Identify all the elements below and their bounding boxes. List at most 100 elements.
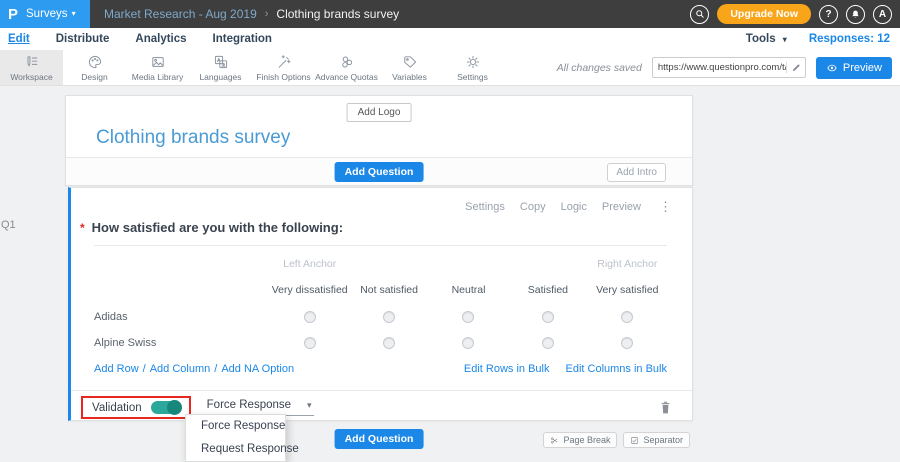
survey-header-card: Add Logo Clothing brands survey Add Ques… xyxy=(65,95,693,186)
add-logo-button[interactable]: Add Logo xyxy=(346,103,412,122)
toolbar-item-workspace[interactable]: Workspace xyxy=(0,50,63,85)
toolbar-item-advance-quotas[interactable]: Advance Quotas xyxy=(315,50,378,85)
tools-menu[interactable]: Tools ▾ xyxy=(746,33,787,45)
question-preview-link[interactable]: Preview xyxy=(602,201,641,213)
notifications-button[interactable] xyxy=(846,4,865,24)
edit-columns-in-bulk-link[interactable]: Edit Columns in Bulk xyxy=(566,363,668,375)
radio-option[interactable] xyxy=(462,311,475,323)
toolbar-item-design[interactable]: Design xyxy=(63,50,126,85)
chevron-down-icon: ▾ xyxy=(782,35,787,44)
row-label: Alpine Swiss xyxy=(94,337,157,349)
column-header: Not satisfied xyxy=(360,284,418,296)
toolbar-item-media-library[interactable]: Media Library xyxy=(126,50,189,85)
links-icon xyxy=(341,55,352,68)
breadcrumb-separator-icon: › xyxy=(264,8,269,20)
question-copy-link[interactable]: Copy xyxy=(520,201,546,213)
dropdown-option-force-response[interactable]: Force Response xyxy=(186,415,285,438)
breadcrumb-folder[interactable]: Market Research - Aug 2019 xyxy=(104,7,257,21)
radio-option[interactable] xyxy=(303,311,316,323)
chevron-down-icon: ▾ xyxy=(307,399,312,410)
matrix-cell xyxy=(349,304,428,330)
radio-option[interactable] xyxy=(462,337,475,349)
toolbar-item-settings[interactable]: Settings xyxy=(441,50,504,85)
add-row-link[interactable]: Add Row xyxy=(94,363,139,375)
radio-option[interactable] xyxy=(541,337,554,349)
question-underline xyxy=(94,245,667,246)
matrix-cell xyxy=(508,304,587,330)
validation-label: Validation xyxy=(92,401,142,414)
preview-button[interactable]: Preview xyxy=(815,56,892,79)
delete-question-button[interactable] xyxy=(659,400,672,415)
question-links-row: Add Row / Add Column / Add NA Option Edi… xyxy=(94,363,667,375)
validation-toggle[interactable] xyxy=(150,400,182,415)
add-question-button-bottom[interactable]: Add Question xyxy=(334,429,424,449)
image-icon xyxy=(151,56,164,67)
radio-option[interactable] xyxy=(621,311,634,323)
toolbar-item-finish-options[interactable]: Finish Options xyxy=(252,50,315,85)
validation-selected-option: Force Response xyxy=(206,399,292,411)
separator-icon xyxy=(631,436,639,444)
matrix-cell xyxy=(429,304,508,330)
radio-option[interactable] xyxy=(541,311,554,323)
tab-analytics[interactable]: Analytics xyxy=(135,33,186,45)
question-actions: Settings Copy Logic Preview ⋮ xyxy=(465,199,672,215)
dropdown-option-request-response[interactable]: Request Response xyxy=(186,438,299,461)
validation-highlight-box: Validation xyxy=(81,396,191,419)
matrix-spacer xyxy=(429,252,508,276)
help-button[interactable]: ? xyxy=(819,4,838,24)
account-avatar[interactable]: A xyxy=(873,4,892,24)
tab-integration[interactable]: Integration xyxy=(213,33,272,45)
matrix-cell xyxy=(588,330,667,356)
radio-option[interactable] xyxy=(383,337,396,349)
toolbar-item-languages[interactable]: Languages xyxy=(189,50,252,85)
radio-option[interactable] xyxy=(383,311,396,323)
responses-link[interactable]: Responses: 12 xyxy=(809,33,890,45)
separator-button[interactable]: Separator xyxy=(623,432,690,448)
top-header: P Surveys ▾ Market Research - Aug 2019 ›… xyxy=(0,0,900,28)
edit-url-button[interactable] xyxy=(785,62,802,73)
question-settings-link[interactable]: Settings xyxy=(465,201,505,213)
survey-title[interactable]: Clothing brands survey xyxy=(96,127,290,149)
question-logic-link[interactable]: Logic xyxy=(561,201,587,213)
trash-icon xyxy=(661,401,670,414)
validation-dropdown-menu: Force Response Request Response xyxy=(185,414,299,462)
survey-header-footer: Add Question Add Intro xyxy=(66,157,692,185)
question-number-label: Q1 xyxy=(1,219,16,231)
edit-rows-in-bulk-link[interactable]: Edit Rows in Bulk xyxy=(464,363,550,375)
required-asterisk: * xyxy=(80,221,85,235)
link-separator: / xyxy=(214,363,218,375)
search-button[interactable] xyxy=(690,4,710,24)
radio-option[interactable] xyxy=(303,337,316,349)
matrix-cell xyxy=(429,330,508,356)
bell-icon xyxy=(852,10,859,18)
surveys-menu[interactable]: P Surveys ▾ xyxy=(0,0,90,28)
scissors-icon xyxy=(551,437,558,443)
matrix-spacer xyxy=(508,252,587,276)
column-header: Neutral xyxy=(451,284,486,296)
upgrade-now-button[interactable]: Upgrade Now xyxy=(717,4,811,24)
add-na-option-link[interactable]: Add NA Option xyxy=(221,363,294,375)
kebab-menu-icon[interactable]: ⋮ xyxy=(659,199,672,215)
survey-url-box xyxy=(651,57,806,78)
column-header: Very satisfied xyxy=(596,284,659,296)
tab-edit[interactable]: Edit xyxy=(8,33,30,45)
tab-distribute[interactable]: Distribute xyxy=(56,33,110,45)
survey-url-input[interactable] xyxy=(657,62,786,73)
row-label: Adidas xyxy=(94,311,128,323)
bulk-links: Edit Rows in Bulk Edit Columns in Bulk xyxy=(464,363,667,375)
add-column-link[interactable]: Add Column xyxy=(150,363,211,375)
page-break-button[interactable]: Page Break xyxy=(543,432,618,448)
matrix-cell xyxy=(349,330,428,356)
matrix-cell xyxy=(508,330,587,356)
matrix-spacer xyxy=(349,252,428,276)
breadcrumb: Market Research - Aug 2019 › Clothing br… xyxy=(104,7,399,21)
add-intro-button[interactable]: Add Intro xyxy=(607,163,666,182)
toolbar-item-variables[interactable]: Variables xyxy=(378,50,441,85)
magic-wand-icon xyxy=(278,54,290,68)
add-question-button-top[interactable]: Add Question xyxy=(334,162,424,182)
bottom-add-bar: Add Question Page Break Separator xyxy=(65,429,693,449)
radio-option[interactable] xyxy=(621,337,634,349)
matrix-cell xyxy=(588,304,667,330)
search-icon xyxy=(696,10,704,18)
question-text[interactable]: How satisfied are you with the following… xyxy=(92,220,343,235)
